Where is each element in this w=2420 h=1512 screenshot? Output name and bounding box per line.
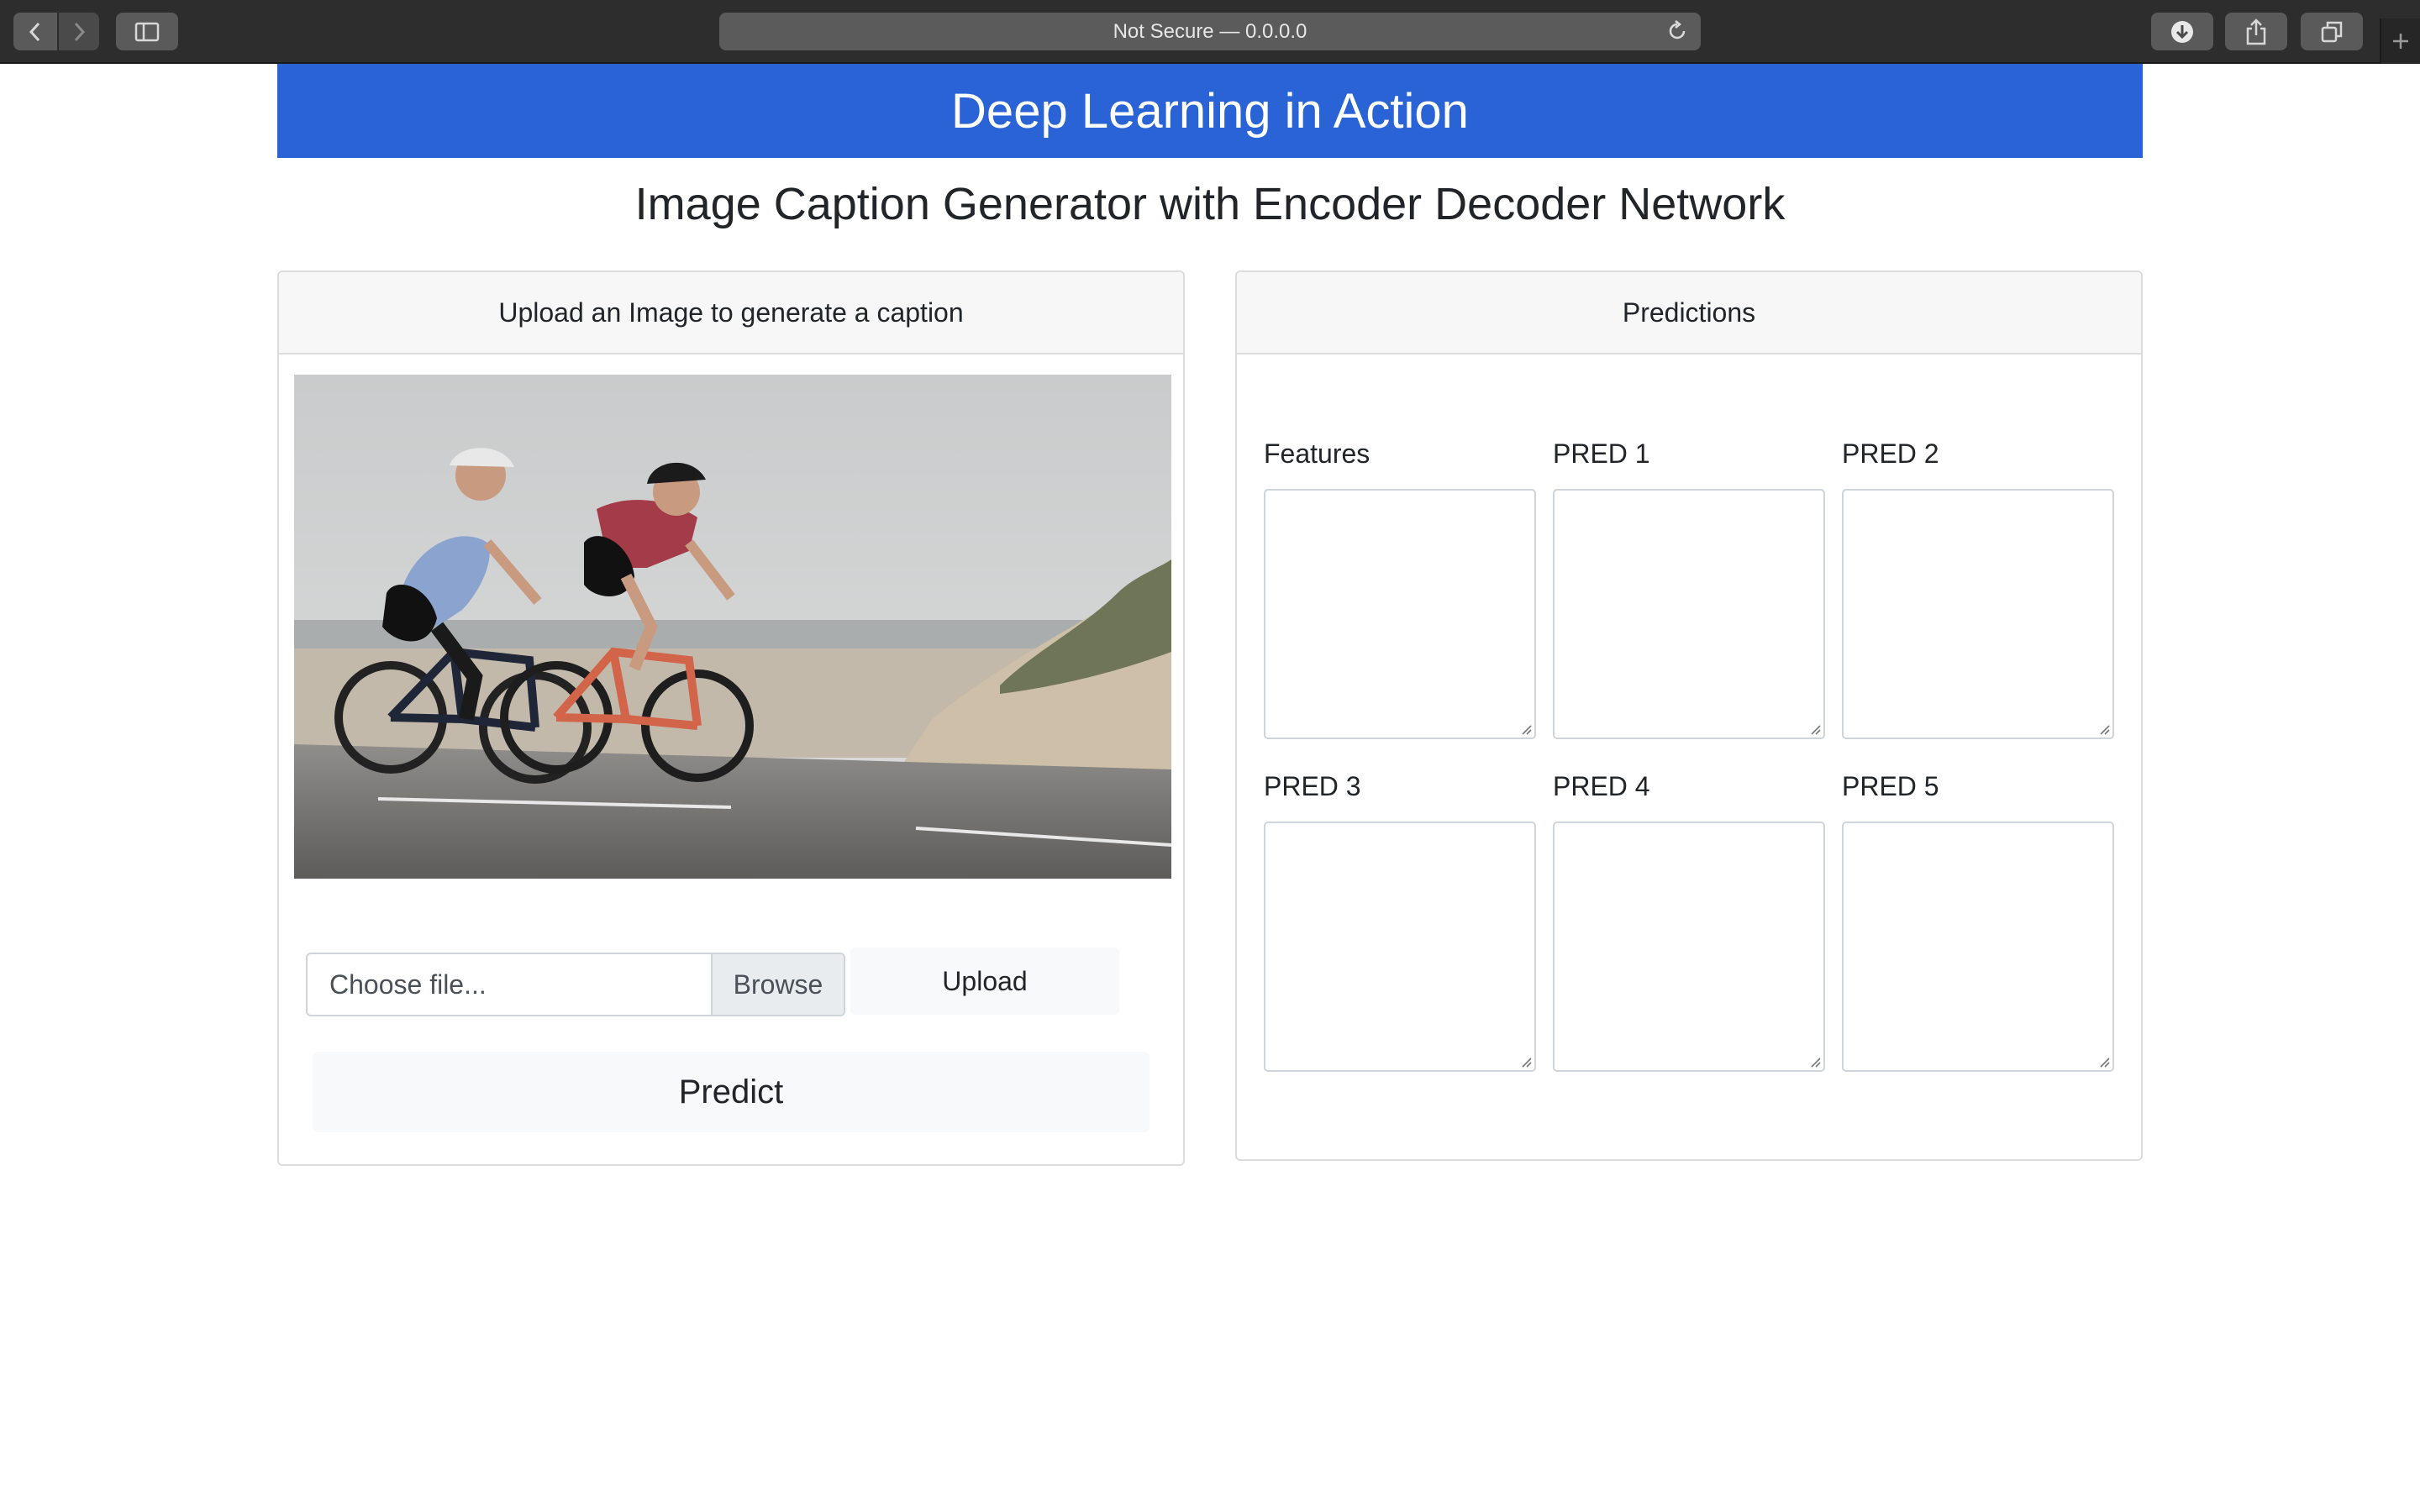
cyclists-photo	[294, 375, 1171, 879]
pred-4-label: PRED 4	[1553, 771, 1650, 801]
pred-4-textarea[interactable]	[1553, 822, 1825, 1072]
new-tab-icon	[2393, 34, 2408, 49]
share-button[interactable]	[2225, 13, 2287, 50]
address-bar[interactable]: Not Secure — 0.0.0.0	[719, 13, 1701, 50]
pred-5-label: PRED 5	[1842, 771, 1939, 801]
browse-button[interactable]: Browse	[711, 954, 844, 1015]
new-tab-button[interactable]	[2380, 18, 2420, 64]
page-subtitle: Image Caption Generator with Encoder Dec…	[634, 179, 1786, 229]
sidebar-toggle-button[interactable]	[116, 13, 178, 50]
upload-button[interactable]: Upload	[850, 948, 1119, 1015]
address-text: Not Secure — 0.0.0.0	[1113, 20, 1307, 43]
share-icon	[2246, 18, 2266, 45]
file-input[interactable]: Choose file... Browse	[306, 953, 845, 1016]
pred-2-label: PRED 2	[1842, 438, 1939, 469]
downloads-button[interactable]	[2151, 13, 2213, 50]
browser-toolbar: Not Secure — 0.0.0.0	[0, 0, 2420, 64]
pred-5-textarea[interactable]	[1842, 822, 2114, 1072]
resize-grip-icon[interactable]	[1520, 1056, 1532, 1068]
pred-3-textarea[interactable]	[1264, 822, 1536, 1072]
pred-2-textarea[interactable]	[1842, 489, 2114, 739]
resize-grip-icon[interactable]	[1809, 723, 1821, 735]
forward-icon	[74, 22, 86, 41]
back-icon	[29, 22, 40, 41]
upload-card-header: Upload an Image to generate a caption	[279, 272, 1183, 354]
resize-grip-icon[interactable]	[1809, 1056, 1821, 1068]
predictions-card-title: Predictions	[1622, 297, 1756, 328]
upload-card: Upload an Image to generate a caption Ch…	[277, 270, 1185, 1166]
browse-button-label: Browse	[733, 969, 823, 1000]
tabs-icon	[2321, 21, 2343, 42]
resize-grip-icon[interactable]	[2098, 1056, 2110, 1068]
pred-1-textarea[interactable]	[1553, 489, 1825, 739]
reload-icon	[1669, 20, 1686, 39]
predictions-card-header: Predictions	[1237, 272, 2141, 354]
show-tabs-button[interactable]	[2301, 13, 2363, 50]
banner-title: Deep Learning in Action	[951, 83, 1469, 139]
reload-button[interactable]	[1665, 19, 1689, 47]
features-textarea[interactable]	[1264, 489, 1536, 739]
uploaded-image-preview	[294, 375, 1171, 879]
sidebar-icon	[134, 22, 160, 41]
back-button[interactable]	[13, 13, 57, 50]
predict-button[interactable]: Predict	[313, 1052, 1150, 1132]
predictions-card: Predictions Features PRED 1 PRED 2 PRED …	[1235, 270, 2143, 1161]
download-icon	[2171, 20, 2193, 43]
forward-button[interactable]	[59, 13, 99, 50]
features-label: Features	[1264, 438, 1370, 469]
predict-button-label: Predict	[678, 1073, 784, 1110]
upload-button-label: Upload	[942, 965, 1028, 996]
pred-1-label: PRED 1	[1553, 438, 1650, 469]
file-input-placeholder: Choose file...	[329, 969, 487, 1000]
pred-3-label: PRED 3	[1264, 771, 1361, 801]
upload-card-title: Upload an Image to generate a caption	[498, 297, 964, 328]
page-banner: Deep Learning in Action	[277, 64, 2143, 158]
resize-grip-icon[interactable]	[2098, 723, 2110, 735]
resize-grip-icon[interactable]	[1520, 723, 1532, 735]
